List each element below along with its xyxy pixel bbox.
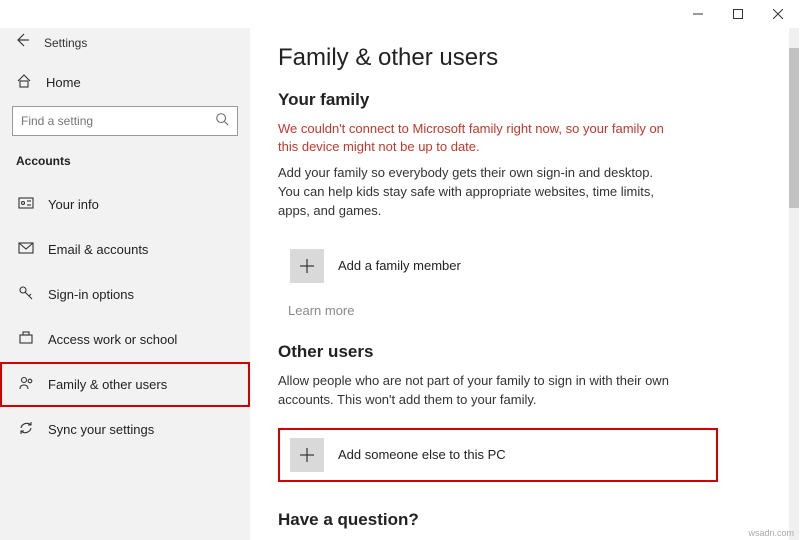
back-button[interactable] — [14, 32, 30, 53]
plus-icon — [290, 438, 324, 472]
other-users-description: Allow people who are not part of your fa… — [278, 372, 678, 410]
briefcase-icon — [18, 330, 34, 349]
sidebar: Settings Home Accounts Your info Email &… — [0, 28, 250, 540]
page-title: Family & other users — [278, 44, 764, 72]
people-icon — [18, 375, 34, 394]
sidebar-section-heading: Accounts — [0, 148, 250, 182]
add-family-member-button[interactable]: Add a family member — [278, 239, 718, 293]
search-box[interactable] — [12, 106, 238, 136]
search-input[interactable] — [21, 114, 215, 128]
sidebar-item-label: Family & other users — [48, 377, 167, 392]
add-other-user-label: Add someone else to this PC — [338, 447, 506, 462]
sidebar-item-label: Email & accounts — [48, 242, 148, 257]
sync-icon — [18, 420, 34, 439]
mail-icon — [18, 240, 34, 259]
sidebar-home[interactable]: Home — [0, 63, 250, 102]
content-pane: Family & other users Your family We coul… — [250, 28, 800, 540]
id-card-icon — [18, 195, 34, 214]
sidebar-item-sync-settings[interactable]: Sync your settings — [0, 407, 250, 452]
family-error-text: We couldn't connect to Microsoft family … — [278, 120, 678, 156]
scrollbar[interactable] — [789, 28, 799, 540]
sidebar-item-email-accounts[interactable]: Email & accounts — [0, 227, 250, 272]
window-titlebar — [0, 0, 800, 28]
have-a-question-heading: Have a question? — [278, 510, 764, 530]
maximize-button[interactable] — [718, 0, 758, 28]
home-icon — [16, 73, 32, 92]
app-title: Settings — [44, 36, 87, 50]
search-icon — [215, 112, 229, 131]
close-button[interactable] — [758, 0, 798, 28]
sidebar-item-work-school[interactable]: Access work or school — [0, 317, 250, 362]
scrollbar-thumb[interactable] — [789, 48, 799, 208]
sidebar-item-label: Sync your settings — [48, 422, 154, 437]
family-description: Add your family so everybody gets their … — [278, 164, 678, 221]
sidebar-home-label: Home — [46, 75, 81, 90]
key-icon — [18, 285, 34, 304]
sidebar-item-signin-options[interactable]: Sign-in options — [0, 272, 250, 317]
minimize-button[interactable] — [678, 0, 718, 28]
add-other-user-button[interactable]: Add someone else to this PC — [278, 428, 718, 482]
sidebar-item-label: Access work or school — [48, 332, 177, 347]
plus-icon — [290, 249, 324, 283]
learn-more-link[interactable]: Learn more — [288, 303, 764, 318]
sidebar-item-label: Your info — [48, 197, 99, 212]
sidebar-item-family-users[interactable]: Family & other users — [0, 362, 250, 407]
your-family-heading: Your family — [278, 90, 764, 110]
other-users-heading: Other users — [278, 342, 764, 362]
sidebar-item-your-info[interactable]: Your info — [0, 182, 250, 227]
add-family-member-label: Add a family member — [338, 258, 461, 273]
sidebar-item-label: Sign-in options — [48, 287, 134, 302]
watermark: wsadn.com — [748, 528, 794, 538]
